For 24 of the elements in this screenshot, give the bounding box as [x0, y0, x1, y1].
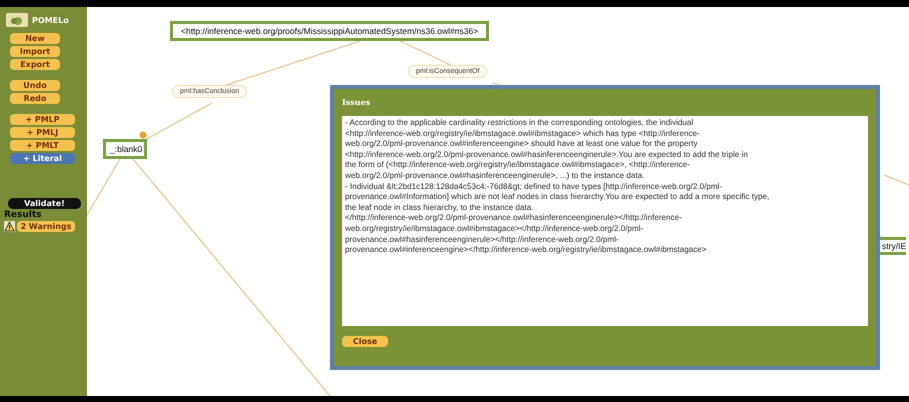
graph-node[interactable]: stry/IE: [877, 237, 906, 255]
edge-line: [884, 174, 909, 186]
logo-icon: [6, 13, 28, 27]
sidebar-button[interactable]: New: [10, 33, 60, 44]
sidebar-button[interactable]: + PMLJ: [10, 127, 75, 138]
connector-dot[interactable]: [140, 132, 146, 138]
dialog-title: Issues: [342, 97, 372, 107]
results-label: Results: [4, 210, 43, 220]
graph-node[interactable]: _:blank0: [103, 139, 148, 159]
graph-node[interactable]: <http://inference-web.org/proofs/MississippiAutomatedSystem/ns36.owl#ns36>: [170, 21, 490, 41]
add-literal-button[interactable]: + Literal: [10, 153, 75, 164]
edge-line: [87, 158, 121, 216]
sidebar-button[interactable]: Import: [10, 46, 60, 57]
validate-button[interactable]: Validate!: [8, 198, 81, 209]
app-name: POMELo: [32, 16, 69, 24]
sidebar-button[interactable]: + PMLP: [10, 114, 75, 125]
close-button[interactable]: Close: [342, 336, 388, 347]
warning-icon: [4, 221, 15, 232]
sidebar-button[interactable]: Undo: [10, 80, 60, 91]
sidebar-button[interactable]: + PMLT: [10, 140, 75, 151]
sidebar-button[interactable]: Export: [10, 59, 60, 70]
issues-text-area[interactable]: - According to the applicable cardinality restrictions in the corresponding ontologies, the individual <http://inference-web.org/registry/ie/ibmstagace.owl#ibmstagace> which has type <http://inference- web.org/2.0/pml-provenance.owl#inferenceengine> should have at least one value for the property <http://inference-web.org/2.0/pml-provenance.owl#hasinferenceenginerule>.You are expected to add the triple in the form of (<http://inference-web.org/registry/ie/ibmstagace.owl#ibmstagace>, <http://inference- web.org/2.0/pml-provenance.owl#hasinferenceenginerule>, ...) to the instance data. - Individual &lt;2bd1c128:128da4c53c4:-76d8&gt; defined to have types [http://inference-web.org/2.0/pml- provenance.owl#Information] which are not leaf nodes in class hierarchy.You are expected to add a more specific type, the leaf node in class hierarchy, to the instance data. </http://inference-web.org/2.0/pml-provenance.owl#hasinferenceenginerule></http://inference- web.org/registry/ie/ibmstagace.owl#ibmstagace></http://inference-web.org/2.0/pml- provenance.owl#hasinferenceenginerule></http://inference-web.org/2.0/pml- provenance.owl#inferenceengine></http://inference-web.org/registry/ie/ibmstagace.owl#ibmstagace>: [342, 116, 868, 326]
sidebar-button[interactable]: Redo: [10, 93, 60, 104]
warnings-button[interactable]: 2 Warnings: [17, 221, 75, 232]
